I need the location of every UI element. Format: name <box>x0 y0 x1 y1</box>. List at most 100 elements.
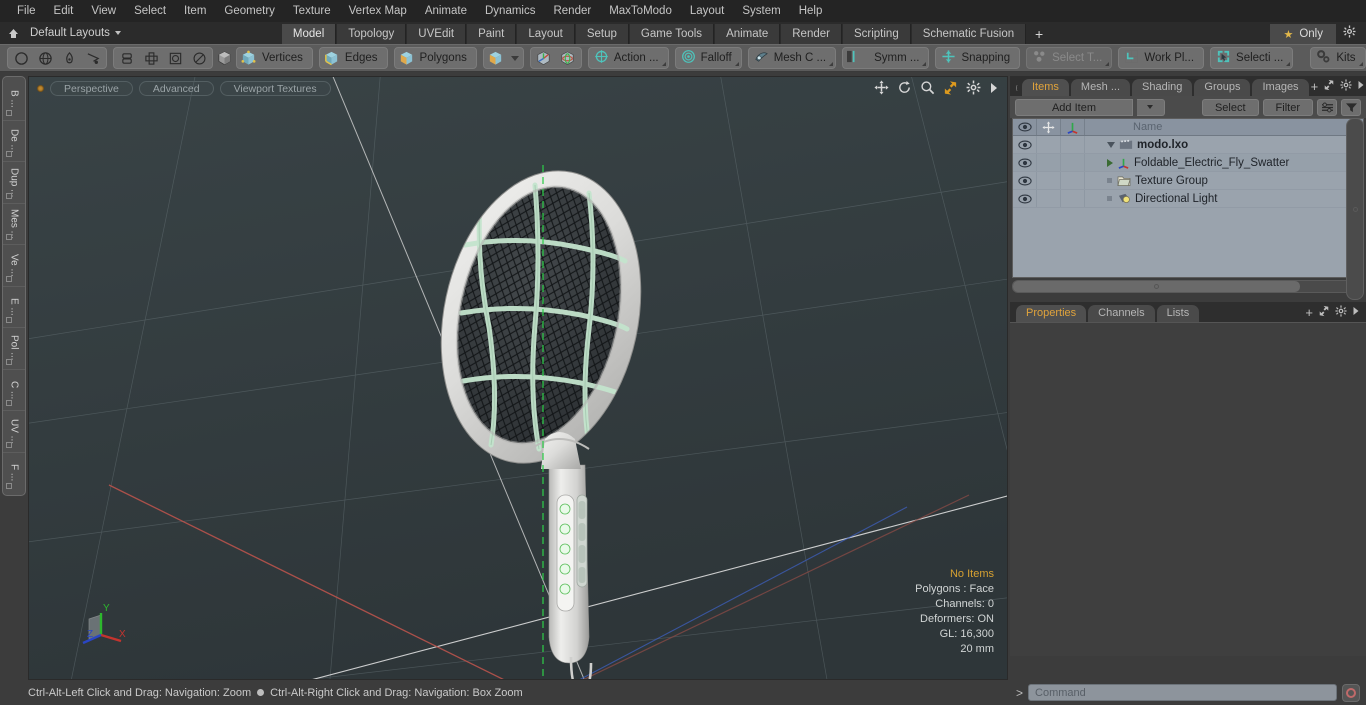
item-list[interactable]: Name modo.lxo Foldable_Electric_Fly_Swat… <box>1012 118 1364 278</box>
left-tab-basic[interactable]: B ... <box>3 79 25 121</box>
row-move-cell[interactable] <box>1037 136 1061 153</box>
record-icon[interactable] <box>1342 683 1360 702</box>
table-row[interactable]: Foldable_Electric_Fly_Swatter <box>1013 154 1363 172</box>
menu-help[interactable]: Help <box>790 0 832 22</box>
filter-button[interactable]: Filter <box>1262 98 1313 116</box>
add-tab-button[interactable]: + <box>1305 305 1313 320</box>
duplicate-icon[interactable] <box>115 48 139 68</box>
menu-select[interactable]: Select <box>125 0 175 22</box>
table-row[interactable]: Texture Group <box>1013 172 1363 190</box>
row-move-cell[interactable] <box>1037 190 1061 207</box>
3d-viewport[interactable]: Perspective Advanced Viewport Textures N… <box>28 76 1008 680</box>
menu-maxtomodo[interactable]: MaxToModo <box>600 0 681 22</box>
chevron-down-icon[interactable] <box>1107 141 1115 148</box>
symmetry-icon[interactable] <box>139 48 163 68</box>
left-tab-uv[interactable]: UV ... <box>3 411 25 453</box>
chevron-right-icon[interactable] <box>1357 80 1365 93</box>
move-gizmo-icon[interactable] <box>532 48 556 68</box>
radial-icon[interactable] <box>187 48 211 68</box>
zoom-icon[interactable] <box>920 80 935 95</box>
tab-model[interactable]: Model <box>280 24 337 46</box>
left-tab-mesh[interactable]: Mes ... <box>3 204 25 245</box>
tab-layout[interactable]: Layout <box>516 24 575 44</box>
left-tab-edge[interactable]: E ... <box>3 287 25 328</box>
maximize-icon[interactable] <box>943 80 958 95</box>
tool-action-center[interactable]: Action ... <box>587 47 669 69</box>
item-list-vscrollbar[interactable] <box>1346 118 1364 300</box>
pen-icon[interactable] <box>57 48 81 68</box>
item-list-hscrollbar[interactable] <box>1012 280 1364 293</box>
mode-edges[interactable]: Edges <box>318 47 388 69</box>
row-eye-icon[interactable] <box>1013 136 1037 153</box>
left-tab-polygon[interactable]: Pol ... <box>3 328 25 370</box>
item-row-directional-light[interactable]: Directional Light <box>1085 193 1363 205</box>
sort-icon[interactable] <box>1317 98 1337 116</box>
tab-scripting[interactable]: Scripting <box>841 24 911 44</box>
left-tab-deform[interactable]: De ... <box>3 121 25 162</box>
menu-animate[interactable]: Animate <box>416 0 476 22</box>
menu-layout[interactable]: Layout <box>681 0 734 22</box>
menu-view[interactable]: View <box>82 0 125 22</box>
tab-setup[interactable]: Setup <box>574 24 629 44</box>
cube-shaded-icon[interactable] <box>216 48 233 68</box>
row-eye-icon[interactable] <box>1013 172 1037 189</box>
tab-render[interactable]: Render <box>780 24 842 44</box>
tab-schematic-fusion[interactable]: Schematic Fusion <box>910 24 1027 44</box>
tab-game-tools[interactable]: Game Tools <box>628 24 715 44</box>
item-row-scene[interactable]: modo.lxo <box>1085 139 1363 151</box>
menu-render[interactable]: Render <box>544 0 600 22</box>
tab-images[interactable]: Images <box>1252 79 1309 96</box>
funnel-icon[interactable] <box>1341 98 1361 116</box>
eye-icon[interactable] <box>1013 119 1037 135</box>
row-axis-cell[interactable] <box>1061 136 1085 153</box>
tab-channels[interactable]: Channels <box>1088 305 1155 322</box>
expand-icon[interactable] <box>1318 305 1330 320</box>
chevron-right-icon[interactable] <box>1107 158 1113 167</box>
axis-icon[interactable] <box>1061 119 1085 135</box>
move-cross-icon[interactable] <box>1037 119 1061 135</box>
tab-groups[interactable]: Groups <box>1194 79 1251 96</box>
menu-file[interactable]: File <box>8 0 45 22</box>
menu-dynamics[interactable]: Dynamics <box>476 0 544 22</box>
expand-icon[interactable] <box>1323 79 1335 94</box>
tool-mesh-constraint[interactable]: Mesh C ... <box>747 47 837 69</box>
row-eye-icon[interactable] <box>1013 154 1037 171</box>
menu-system[interactable]: System <box>733 0 789 22</box>
tool-selection-set[interactable]: Selecti ... <box>1210 47 1294 69</box>
only-toggle[interactable]: ★ Only <box>1270 24 1336 46</box>
row-move-cell[interactable] <box>1037 154 1061 171</box>
left-tab-fusion[interactable]: F ... <box>3 453 25 494</box>
pan-icon[interactable] <box>874 80 889 95</box>
globe-icon[interactable] <box>33 48 57 68</box>
tab-uvedit[interactable]: UVEdit <box>406 24 467 44</box>
tool-falloff[interactable]: Falloff <box>674 47 742 69</box>
select-button[interactable]: Select <box>1201 98 1259 116</box>
command-input[interactable] <box>1028 684 1337 701</box>
mode-polygons[interactable]: Polygons <box>393 47 477 69</box>
center-icon[interactable] <box>163 48 187 68</box>
viewport-textures-dropdown[interactable]: Viewport Textures <box>219 80 331 96</box>
chevron-right-icon[interactable] <box>1352 306 1360 319</box>
tab-paint[interactable]: Paint <box>466 24 517 44</box>
scrollbar-thumb[interactable] <box>1013 281 1300 292</box>
tool-select-through[interactable]: Select T... <box>1026 47 1113 69</box>
mode-vertices[interactable]: Vertices <box>236 47 313 69</box>
left-tab-curve[interactable]: C ... <box>3 370 25 411</box>
mode-dropdown[interactable] <box>482 47 524 69</box>
tool-work-plane[interactable]: Work Pl... <box>1118 47 1205 69</box>
item-row-mesh[interactable]: Foldable_Electric_Fly_Swatter <box>1085 157 1363 169</box>
row-axis-cell[interactable] <box>1061 172 1085 189</box>
add-tab-button[interactable]: + <box>1311 79 1319 94</box>
tab-properties[interactable]: Properties <box>1016 305 1087 322</box>
rotate-gizmo-icon[interactable] <box>556 48 580 68</box>
menu-edit[interactable]: Edit <box>45 0 83 22</box>
chevron-right-icon[interactable] <box>989 82 999 94</box>
gear-icon[interactable] <box>1335 305 1347 320</box>
row-axis-cell[interactable] <box>1061 154 1085 171</box>
tab-items[interactable]: Items <box>1022 79 1069 96</box>
table-row[interactable]: modo.lxo <box>1013 136 1363 154</box>
viewport-perspective-dropdown[interactable]: Perspective <box>50 80 133 96</box>
left-tab-duplicate[interactable]: Dup ... <box>3 162 25 204</box>
menu-texture[interactable]: Texture <box>284 0 340 22</box>
table-row[interactable]: Directional Light <box>1013 190 1363 208</box>
